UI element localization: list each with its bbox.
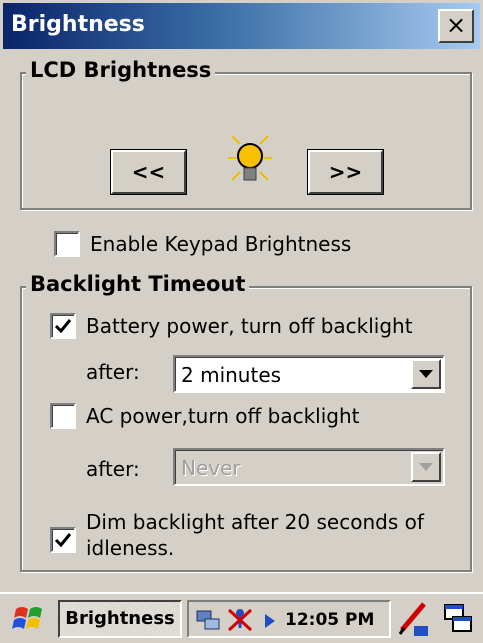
- lcd-brightness-legend: LCD Brightness: [26, 58, 216, 82]
- increase-brightness-button[interactable]: >>: [307, 149, 384, 195]
- battery-backlight-label: Battery power, turn off backlight: [86, 314, 413, 338]
- taskbar: Brightness 12:05 PM: [0, 592, 483, 643]
- ac-backlight-label: AC power,turn off backlight: [86, 404, 360, 428]
- checkmark-icon: [54, 319, 72, 334]
- ac-timeout-dropdown-button[interactable]: [411, 452, 441, 482]
- network-icon[interactable]: [195, 607, 223, 637]
- title-bar: Brightness ×: [3, 3, 480, 49]
- arrow-icon[interactable]: [263, 612, 277, 634]
- close-button[interactable]: ×: [438, 9, 474, 43]
- taskbar-brightness-button[interactable]: Brightness: [58, 600, 182, 638]
- ac-timeout-select[interactable]: Never: [173, 448, 445, 486]
- pen-input-icon[interactable]: [396, 600, 430, 642]
- chevron-down-icon: [419, 463, 433, 471]
- disconnected-icon[interactable]: [225, 606, 255, 638]
- brightness-window: Brightness × LCD Brightness << >> Enable…: [0, 0, 483, 592]
- chevron-down-icon: [419, 370, 433, 378]
- keypad-brightness-checkbox[interactable]: [54, 231, 80, 257]
- backlight-timeout-legend: Backlight Timeout: [26, 272, 250, 296]
- ac-after-label: after:: [86, 457, 140, 481]
- battery-timeout-dropdown-button[interactable]: [411, 359, 441, 389]
- keypad-brightness-label: Enable Keypad Brightness: [90, 232, 352, 256]
- dim-backlight-label-line2: idleness.: [86, 536, 175, 560]
- dim-backlight-label-line1: Dim backlight after 20 seconds of: [86, 510, 424, 534]
- system-tray: 12:05 PM: [187, 600, 391, 638]
- ac-backlight-checkbox[interactable]: [50, 403, 76, 429]
- decrease-brightness-button[interactable]: <<: [110, 149, 187, 195]
- battery-timeout-value: 2 minutes: [181, 363, 282, 387]
- switch-windows-icon[interactable]: [442, 602, 474, 640]
- lightbulb-icon: [220, 128, 280, 196]
- windows-flag-icon[interactable]: [12, 603, 46, 639]
- battery-after-label: after:: [86, 360, 140, 384]
- checkmark-icon: [54, 533, 72, 548]
- battery-backlight-checkbox[interactable]: [50, 313, 76, 339]
- window-title: Brightness: [11, 12, 145, 37]
- dim-backlight-checkbox[interactable]: [50, 527, 76, 553]
- battery-timeout-select[interactable]: 2 minutes: [173, 355, 445, 393]
- clock[interactable]: 12:05 PM: [285, 610, 374, 630]
- ac-timeout-value: Never: [181, 456, 241, 480]
